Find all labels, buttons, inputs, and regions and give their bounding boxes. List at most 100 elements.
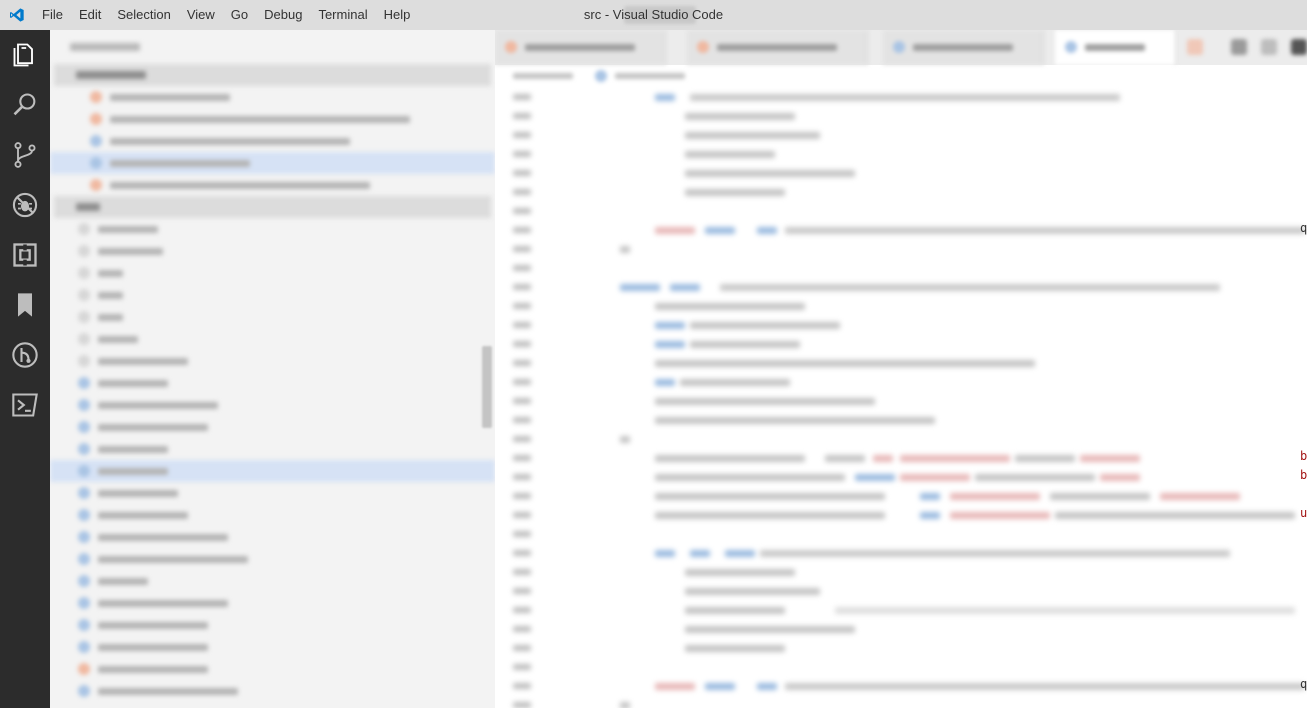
open-editor-item[interactable] xyxy=(50,152,495,174)
menu-terminal[interactable]: Terminal xyxy=(310,0,375,30)
code-token xyxy=(900,455,1010,462)
line-number xyxy=(513,284,531,290)
open-editor-item[interactable] xyxy=(50,130,495,152)
tree-item[interactable] xyxy=(50,658,495,680)
bookmarks-icon[interactable] xyxy=(0,280,50,330)
code-token xyxy=(1015,455,1075,462)
tab-active[interactable] xyxy=(1055,30,1176,65)
code-token xyxy=(690,550,710,557)
file-icon xyxy=(78,421,90,433)
code-token xyxy=(1055,512,1295,519)
menu-edit[interactable]: Edit xyxy=(71,0,109,30)
open-editor-item[interactable] xyxy=(50,86,495,108)
tree-item[interactable] xyxy=(50,482,495,504)
open-editors-section[interactable] xyxy=(54,64,491,86)
line-number xyxy=(513,170,531,176)
terminal-icon[interactable] xyxy=(0,380,50,430)
tab[interactable] xyxy=(687,30,868,65)
vscode-logo-icon xyxy=(0,0,34,30)
editor-action-icon[interactable] xyxy=(1231,39,1247,55)
tree-item[interactable] xyxy=(50,548,495,570)
tree-item[interactable] xyxy=(50,218,495,240)
open-editor-item[interactable] xyxy=(50,108,495,130)
explorer-icon[interactable] xyxy=(0,30,50,80)
file-icon xyxy=(78,509,90,521)
code-token xyxy=(720,284,1220,291)
editor-action-icon[interactable] xyxy=(1291,39,1307,55)
code-token xyxy=(690,341,800,348)
menu-selection[interactable]: Selection xyxy=(109,0,178,30)
tree-item[interactable] xyxy=(50,570,495,592)
tree-item[interactable] xyxy=(50,262,495,284)
file-icon xyxy=(78,377,90,389)
menu-go[interactable]: Go xyxy=(223,0,256,30)
sidebar-scrollbar[interactable] xyxy=(482,346,492,428)
editor-action-icon[interactable] xyxy=(1187,39,1203,55)
file-icon xyxy=(78,553,90,565)
code-token xyxy=(757,683,777,690)
tree-item[interactable] xyxy=(50,592,495,614)
code-token xyxy=(655,417,935,424)
line-number xyxy=(513,94,531,100)
menu-file[interactable]: File xyxy=(34,0,71,30)
code-token xyxy=(757,227,777,234)
tab[interactable] xyxy=(883,30,1044,65)
search-icon[interactable] xyxy=(0,80,50,130)
file-icon xyxy=(78,685,90,697)
menu-help[interactable]: Help xyxy=(376,0,419,30)
tree-item[interactable] xyxy=(50,394,495,416)
source-control-icon[interactable] xyxy=(0,130,50,180)
editor-action-icon[interactable] xyxy=(1261,39,1277,55)
folder-section[interactable] xyxy=(54,196,491,218)
tree-item[interactable] xyxy=(50,328,495,350)
code-editor[interactable]: q bb u q xyxy=(495,87,1307,708)
tree-item[interactable] xyxy=(50,614,495,636)
line-number xyxy=(513,246,531,252)
code-token xyxy=(975,474,1095,481)
file-icon xyxy=(78,333,90,345)
tree-item[interactable] xyxy=(50,526,495,548)
code-token xyxy=(680,379,790,386)
debug-icon[interactable] xyxy=(0,180,50,230)
code-token xyxy=(655,550,675,557)
code-token xyxy=(620,246,630,253)
tab[interactable] xyxy=(495,30,666,65)
breadcrumb[interactable] xyxy=(495,65,1307,87)
line-number xyxy=(513,702,531,708)
code-token xyxy=(685,151,775,158)
tree-item[interactable] xyxy=(50,306,495,328)
tree-item[interactable] xyxy=(50,350,495,372)
git-graph-icon[interactable] xyxy=(0,330,50,380)
tree-item[interactable] xyxy=(50,240,495,262)
file-icon xyxy=(697,41,709,53)
editor-area: q bb u q xyxy=(495,30,1307,708)
file-icon xyxy=(78,531,90,543)
line-number xyxy=(513,398,531,404)
tree-item[interactable] xyxy=(50,416,495,438)
code-token xyxy=(655,379,675,386)
menu-debug[interactable]: Debug xyxy=(256,0,310,30)
explorer-tree[interactable] xyxy=(50,30,495,708)
code-token xyxy=(655,683,695,690)
code-edge-char: b xyxy=(1300,449,1307,463)
code-token xyxy=(685,189,785,196)
tree-item[interactable] xyxy=(50,284,495,306)
tree-item[interactable] xyxy=(50,504,495,526)
line-number xyxy=(513,151,531,157)
line-number xyxy=(513,132,531,138)
open-editor-item[interactable] xyxy=(50,174,495,196)
code-token xyxy=(620,436,630,443)
tree-item[interactable] xyxy=(50,372,495,394)
extensions-icon[interactable] xyxy=(0,230,50,280)
tree-item[interactable] xyxy=(50,636,495,658)
line-number xyxy=(513,360,531,366)
tree-item[interactable] xyxy=(50,438,495,460)
tree-item-selected[interactable] xyxy=(50,460,495,482)
menu-view[interactable]: View xyxy=(179,0,223,30)
file-icon xyxy=(90,179,102,191)
code-edge-char: q xyxy=(1300,677,1307,691)
line-number xyxy=(513,379,531,385)
tree-item[interactable] xyxy=(50,680,495,702)
line-number xyxy=(513,512,531,518)
code-token xyxy=(690,322,840,329)
